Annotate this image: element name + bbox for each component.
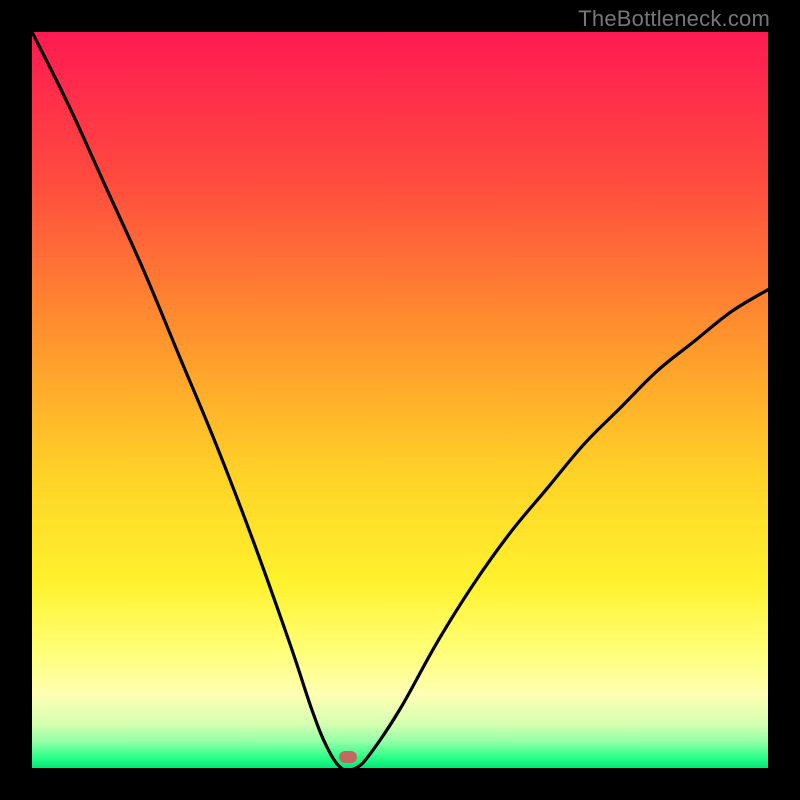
plot-area [32, 32, 768, 768]
optimal-point-marker [339, 751, 357, 763]
bottleneck-curve [32, 32, 768, 768]
chart-frame: TheBottleneck.com [0, 0, 800, 800]
watermark-text: TheBottleneck.com [578, 6, 770, 32]
